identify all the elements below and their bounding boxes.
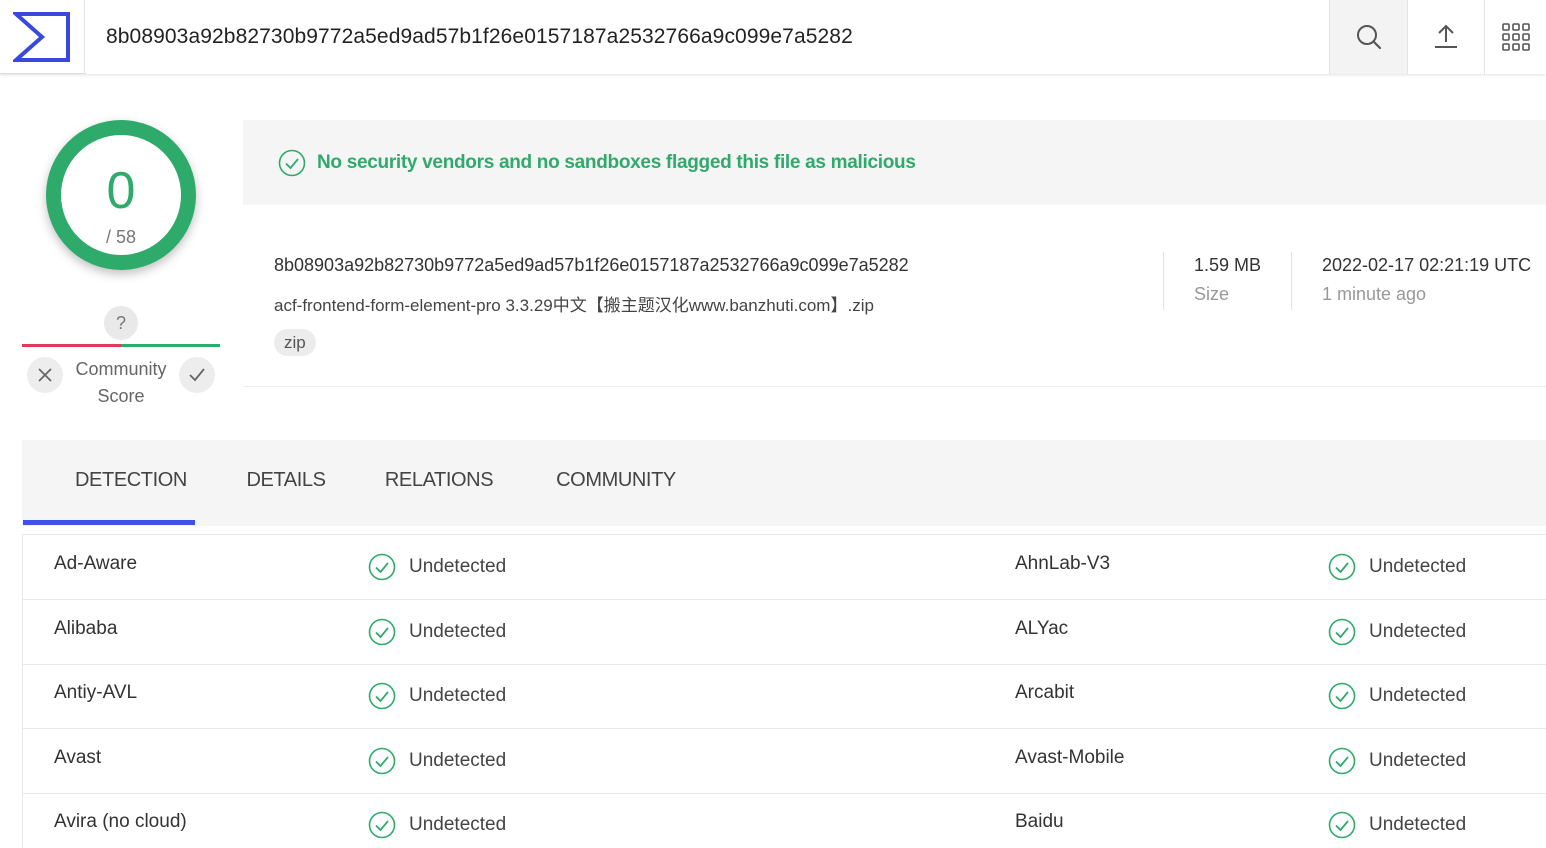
- vendor-result: Undetected: [368, 747, 506, 775]
- check-circle-icon: [368, 682, 396, 710]
- file-info-card: 8b08903a92b82730b9772a5ed9ad57b1f26e0157…: [243, 205, 1546, 387]
- search-input[interactable]: [86, 0, 1329, 74]
- vendor-name: Alibaba: [54, 618, 118, 639]
- check-circle-icon: [368, 811, 396, 839]
- verdict-text: No security vendors and no sandboxes fla…: [317, 152, 916, 173]
- vendor-name: Arcabit: [1015, 682, 1075, 703]
- result-label: Undetected: [409, 814, 507, 835]
- vendor-name: Baidu: [1015, 811, 1064, 832]
- detection-table: Ad-Aware Undetected AhnLab-V3 Undetected…: [22, 534, 1546, 848]
- vote-malicious-button[interactable]: [27, 357, 63, 393]
- vendor-name: Avast: [54, 747, 102, 768]
- result-label: Undetected: [409, 750, 507, 771]
- verdict-banner: No security vendors and no sandboxes fla…: [243, 120, 1546, 205]
- result-label: Undetected: [409, 556, 507, 577]
- check-circle-icon: [368, 618, 396, 646]
- score-inner: 0 / 58: [61, 135, 181, 255]
- result-label: Undetected: [409, 685, 507, 706]
- result-label: Undetected: [1369, 685, 1467, 706]
- check-circle-icon: [1328, 747, 1356, 775]
- check-circle-icon: [368, 747, 396, 775]
- tab-community[interactable]: COMMUNITY: [538, 440, 694, 526]
- active-tab-indicator: [23, 520, 195, 525]
- apps-button[interactable]: [1484, 0, 1546, 74]
- close-icon: [38, 368, 52, 382]
- score-total: / 58: [105, 227, 137, 247]
- detection-score-ring: 0 / 58: [46, 120, 196, 270]
- result-label: Undetected: [1369, 750, 1467, 771]
- vendor-name: Avast-Mobile: [1015, 747, 1125, 768]
- table-row: Ad-Aware Undetected AhnLab-V3 Undetected: [23, 535, 1546, 600]
- scan-date: 2022-02-17 02:21:19 UTC: [1322, 255, 1532, 275]
- table-row: Antiy-AVL Undetected Arcabit Undetected: [23, 664, 1546, 729]
- file-hash[interactable]: 8b08903a92b82730b9772a5ed9ad57b1f26e0157…: [274, 255, 909, 276]
- upload-icon: [1435, 24, 1457, 48]
- score-detected: 0: [106, 162, 136, 220]
- vendor-result: Undetected: [1328, 553, 1466, 581]
- file-type-tag[interactable]: zip: [274, 329, 316, 356]
- sigma-logo-icon[interactable]: [0, 0, 85, 74]
- table-row: Avast Undetected Avast-Mobile Undetected: [23, 729, 1546, 794]
- community-score-unknown: ?: [104, 306, 138, 340]
- check-circle-icon: [1328, 553, 1356, 581]
- apps-grid-icon: [1501, 23, 1530, 51]
- check-circle-icon: [278, 149, 306, 177]
- result-label: Undetected: [409, 621, 507, 642]
- vendor-name: AhnLab-V3: [1015, 553, 1111, 574]
- vendor-result: Undetected: [368, 682, 506, 710]
- community-bar-harmless: [121, 344, 220, 347]
- check-circle-icon: [1328, 618, 1356, 646]
- table-row: Avira (no cloud) Undetected Baidu Undete…: [23, 793, 1546, 848]
- result-label: Undetected: [1369, 814, 1467, 835]
- file-name: acf-frontend-form-element-pro 3.3.29中文【搬…: [274, 296, 874, 315]
- vendor-name: Ad-Aware: [54, 553, 138, 574]
- search-icon: [1356, 25, 1381, 50]
- tab-detection[interactable]: DETECTION: [45, 440, 217, 526]
- check-circle-icon: [368, 553, 396, 581]
- upload-button[interactable]: [1407, 0, 1484, 74]
- divider: [1163, 252, 1164, 310]
- vendor-result: Undetected: [1328, 618, 1466, 646]
- community-bar-malicious: [22, 344, 121, 347]
- search-button[interactable]: [1329, 0, 1407, 74]
- vendor-name: Avira (no cloud): [54, 811, 187, 832]
- table-row: Alibaba Undetected ALYac Undetected: [23, 600, 1546, 665]
- check-circle-icon: [1328, 682, 1356, 710]
- file-size: 1.59 MB: [1194, 255, 1262, 275]
- tab-details[interactable]: DETAILS: [232, 440, 340, 526]
- divider: [1291, 252, 1292, 310]
- tab-relations[interactable]: RELATIONS: [368, 440, 510, 526]
- community-score-label: Community Score: [75, 359, 167, 406]
- top-bar: [0, 0, 1546, 74]
- vendor-result: Undetected: [368, 553, 506, 581]
- scan-date-relative: 1 minute ago: [1322, 284, 1427, 304]
- vendor-result: Undetected: [1328, 811, 1466, 839]
- check-circle-icon: [1328, 811, 1356, 839]
- check-icon: [189, 368, 205, 382]
- vendor-result: Undetected: [1328, 747, 1466, 775]
- result-label: Undetected: [1369, 621, 1467, 642]
- vendor-result: Undetected: [1328, 682, 1466, 710]
- vendor-name: Antiy-AVL: [54, 682, 138, 703]
- vendor-name: ALYac: [1015, 618, 1069, 639]
- vendor-result: Undetected: [368, 811, 506, 839]
- file-size-label: Size: [1194, 284, 1230, 304]
- vote-harmless-button[interactable]: [179, 357, 215, 393]
- result-label: Undetected: [1369, 556, 1467, 577]
- tab-bar: DETECTION DETAILS RELATIONS COMMUNITY: [22, 440, 1546, 526]
- vendor-result: Undetected: [368, 618, 506, 646]
